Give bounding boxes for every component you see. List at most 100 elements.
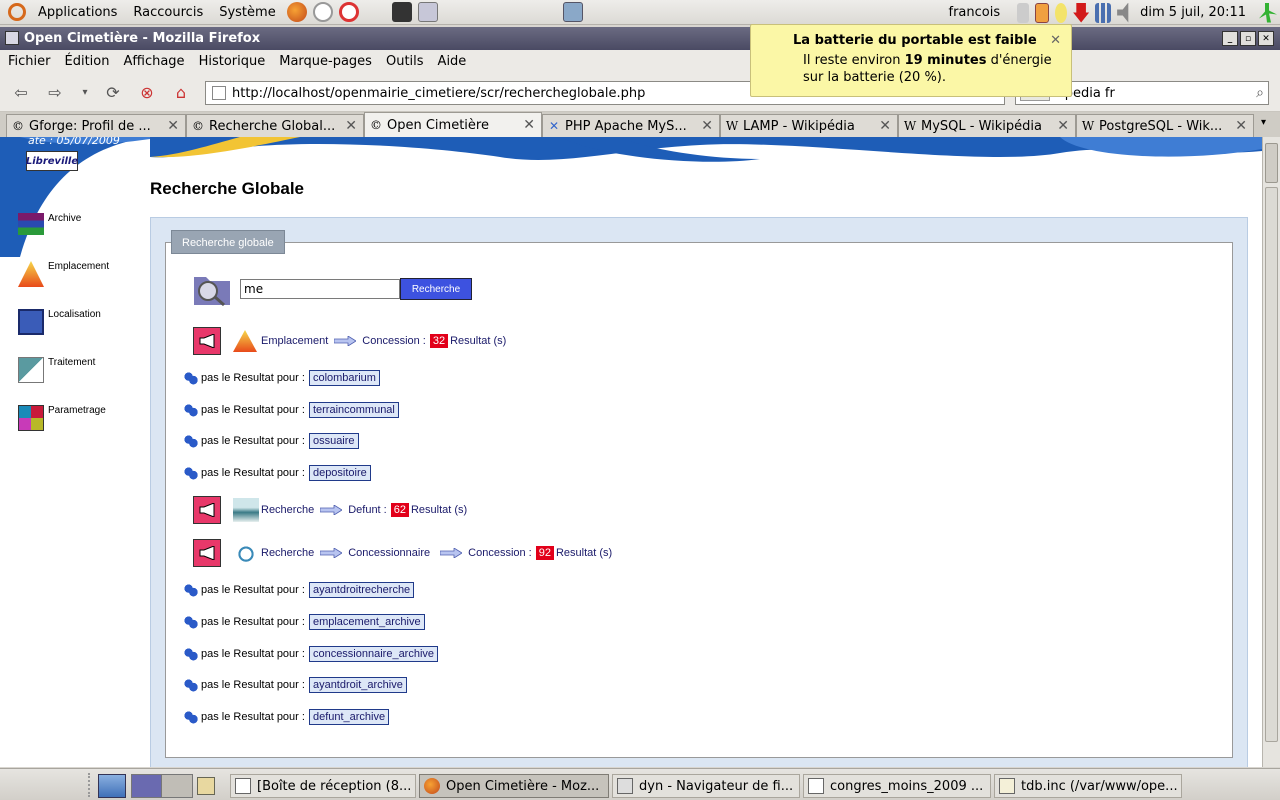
menu-historique[interactable]: Historique [193,54,272,69]
close-window-button[interactable]: ✕ [1258,31,1274,46]
result-link-recherche[interactable]: Recherche [261,504,314,516]
megaphone-icon[interactable] [193,496,221,524]
firefox-launcher-icon[interactable] [286,2,307,22]
tab-close-icon[interactable]: ✕ [879,118,891,134]
stop-icon[interactable]: ⊗ [136,82,158,104]
reload-icon[interactable]: ⟳ [102,82,124,104]
table-tag[interactable]: ayantdroitrecherche [308,582,415,598]
side-item-label[interactable]: Localisation [48,309,101,320]
clock[interactable]: dim 5 juil, 20:11 [1140,5,1246,20]
tab-close-icon[interactable]: ✕ [345,118,357,134]
url-text[interactable]: http://localhost/openmairie_cimetiere/sc… [232,86,645,101]
history-dropdown-icon[interactable]: ▾ [74,82,96,104]
table-tag[interactable]: emplacement_archive [308,614,425,630]
tab-close-icon[interactable]: ✕ [167,118,179,134]
menu-raccourcis[interactable]: Raccourcis [125,5,211,20]
task-file-browser[interactable]: dyn - Navigateur de fi... [612,774,800,798]
terminal-launcher-icon[interactable] [391,2,412,22]
tab-close-icon[interactable]: ✕ [523,117,535,133]
search-button[interactable]: Recherche [400,278,472,300]
minimize-button[interactable]: _ [1222,31,1238,46]
battery-notification[interactable]: La batterie du portable est faible ✕ Il … [750,24,1072,97]
side-item-archive[interactable]: Archive [18,213,109,261]
side-item-label[interactable]: Parametrage [48,405,106,416]
user-name[interactable]: francois [949,5,1001,20]
ubuntu-logo-icon[interactable] [8,3,26,21]
result-suffix[interactable]: Resultat (s) [411,504,467,516]
side-item-label[interactable]: Emplacement [48,261,109,272]
table-tag[interactable]: concessionnaire_archive [308,646,439,662]
result-link-recherche[interactable]: Recherche [261,547,314,559]
result-suffix[interactable]: Resultat (s) [450,335,506,347]
quit-icon[interactable] [1259,2,1277,23]
notification-close-icon[interactable]: ✕ [1050,33,1061,48]
scrollbar-thumb[interactable] [1265,187,1278,742]
workspace-switcher[interactable] [131,774,193,798]
workspace-1[interactable] [132,775,162,797]
tab-recherche-globale[interactable]: © Recherche Global... ✕ [186,114,364,137]
menu-marque-pages[interactable]: Marque-pages [273,54,378,69]
megaphone-icon[interactable] [193,327,221,355]
menu-systeme[interactable]: Système [211,5,283,20]
back-arrow-icon[interactable]: ⇦ [10,82,32,104]
search-icon[interactable]: ⌕ [1256,85,1264,101]
maximize-button[interactable]: ▫ [1240,31,1256,46]
result-suffix[interactable]: Resultat (s) [556,547,612,559]
notes-icon[interactable] [197,777,215,795]
window-titlebar[interactable]: Open Cimetière - Mozilla Firefox _ ▫ ✕ [0,27,1280,50]
side-item-label[interactable]: Archive [48,213,81,224]
network-icon[interactable] [1095,2,1112,23]
bulb-icon[interactable] [1055,2,1068,23]
tab-postgresql-wikipedia[interactable]: W PostgreSQL - Wik... ✕ [1076,114,1254,137]
result-label-defunt[interactable]: Defunt : [348,504,387,516]
show-desktop-icon[interactable] [562,2,583,22]
volume-icon[interactable] [1117,2,1129,23]
page-scrollbar[interactable] [1262,137,1280,767]
task-mail[interactable]: [Boîte de réception (8... [230,774,416,798]
menu-edition[interactable]: Édition [59,54,116,69]
home-icon[interactable]: ⌂ [170,82,192,104]
task-firefox[interactable]: Open Cimetière - Moz... [419,774,609,798]
site-identity-icon[interactable] [212,86,226,100]
panel-handle[interactable] [88,773,96,797]
result-label-concession[interactable]: Concession : [362,335,426,347]
tab-close-icon[interactable]: ✕ [1057,118,1069,134]
tab-php-apache[interactable]: ✕ PHP Apache MyS... ✕ [542,114,720,137]
table-tag[interactable]: ossuaire [308,433,359,449]
tab-open-cimetiere[interactable]: © Open Cimetière ✕ [364,112,542,137]
help-launcher-icon[interactable] [338,2,359,22]
mail-launcher-icon[interactable] [312,2,333,22]
tab-list-dropdown-icon[interactable]: ▾ [1261,117,1266,128]
side-item-traitement[interactable]: Traitement [18,357,109,405]
table-tag[interactable]: ayantdroit_archive [308,677,407,693]
user-switch-icon[interactable] [1017,2,1030,23]
tab-gforge[interactable]: © Gforge: Profil de ... ✕ [6,114,186,137]
screens-launcher-icon[interactable] [417,2,438,22]
tab-mysql-wikipedia[interactable]: W MySQL - Wikipédia ✕ [898,114,1076,137]
table-tag[interactable]: defunt_archive [308,709,390,725]
result-label-concession[interactable]: Concession : [468,547,532,559]
battery-icon[interactable] [1035,2,1050,23]
side-item-emplacement[interactable]: Emplacement [18,261,109,309]
forward-arrow-icon[interactable]: ⇨ [44,82,66,104]
side-item-parametrage[interactable]: Parametrage [18,405,109,453]
table-tag[interactable]: colombarium [308,370,380,386]
menu-applications[interactable]: Applications [30,5,125,20]
task-document[interactable]: congres_moins_2009 ... [803,774,991,798]
tab-close-icon[interactable]: ✕ [701,118,713,134]
task-editor[interactable]: tdb.inc (/var/www/ope... [994,774,1182,798]
table-tag[interactable]: terraincommunal [308,402,399,418]
scrollbar-top-arrow[interactable] [1265,143,1278,183]
search-input[interactable] [240,279,400,299]
side-item-localisation[interactable]: Localisation [18,309,109,357]
update-icon[interactable] [1073,2,1090,23]
menu-aide[interactable]: Aide [432,54,473,69]
tab-close-icon[interactable]: ✕ [1235,118,1247,134]
result-label-concessionnaire[interactable]: Concessionnaire [348,547,430,559]
trash-icon[interactable] [98,774,126,798]
menu-fichier[interactable]: Fichier [2,54,57,69]
window-menu-icon[interactable] [5,31,19,45]
tab-lamp-wikipedia[interactable]: W LAMP - Wikipédia ✕ [720,114,898,137]
side-item-label[interactable]: Traitement [48,357,95,368]
menu-affichage[interactable]: Affichage [117,54,190,69]
